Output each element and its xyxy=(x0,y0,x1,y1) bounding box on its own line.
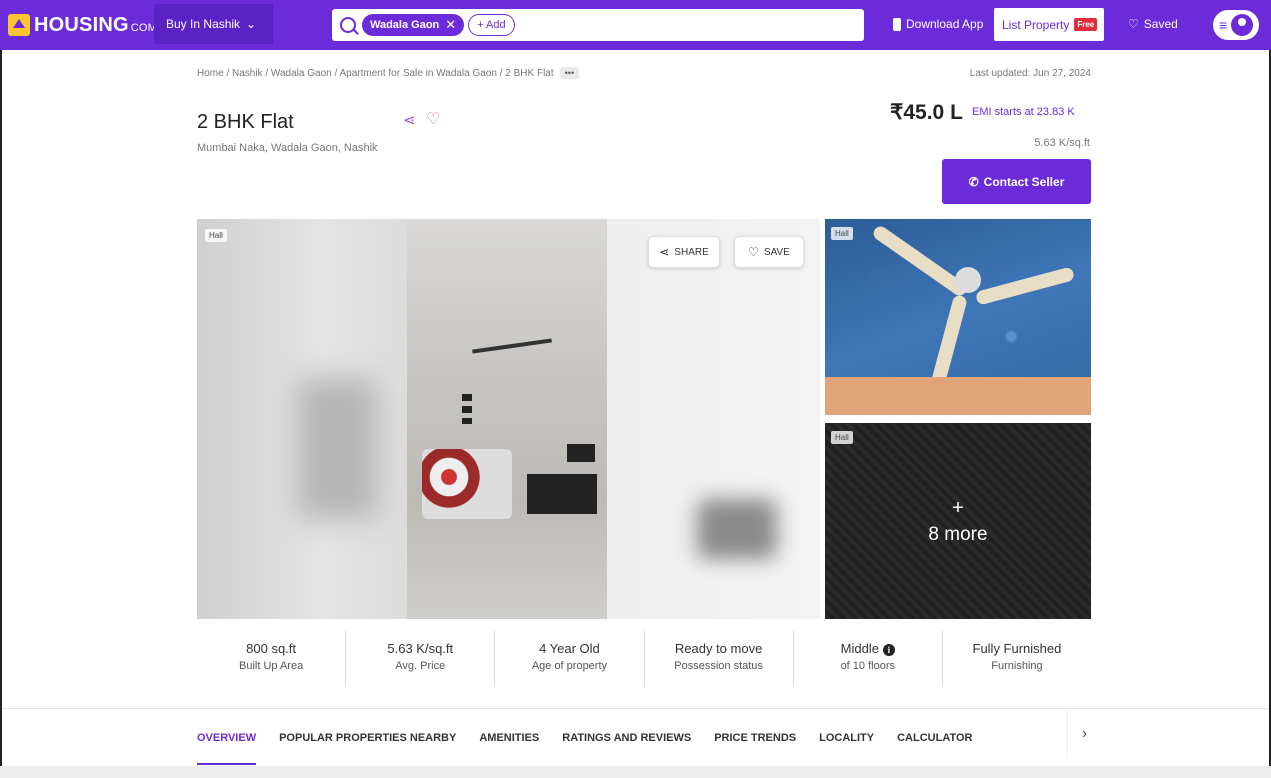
listing-title: 2 BHK Flat xyxy=(197,111,294,133)
dim-overlay xyxy=(825,423,1091,619)
room-photo xyxy=(407,219,607,619)
share-label: SHARE xyxy=(674,246,709,258)
chevron-down-icon: ⌄ xyxy=(246,17,257,31)
listing-address: Mumbai Naka, Wadala Gaon, Nashik xyxy=(197,142,378,154)
section-tabs: OVERVIEW POPULAR PROPERTIES NEARBY AMENI… xyxy=(197,709,995,766)
tab-ratings[interactable]: RATINGS AND REVIEWS xyxy=(562,709,691,766)
buy-location-dropdown[interactable]: Buy In Nashik ⌄ xyxy=(154,4,273,44)
phone-icon: ✆ xyxy=(968,174,979,189)
bottom-strip xyxy=(0,766,1271,778)
tab-popular-properties[interactable]: POPULAR PROPERTIES NEARBY xyxy=(279,709,456,766)
download-app-link[interactable]: Download App xyxy=(893,17,983,31)
close-icon[interactable]: ✕ xyxy=(445,17,456,33)
stat-value: Fully Furnished xyxy=(972,641,1062,656)
breadcrumb-path[interactable]: Home / Nashik / Wadala Gaon / Apartment … xyxy=(197,68,554,79)
tab-amenities[interactable]: AMENITIES xyxy=(479,709,539,766)
heart-icon: ♡ xyxy=(748,245,759,259)
chevron-right-icon[interactable]: › xyxy=(1067,709,1101,759)
fan-hub xyxy=(955,267,981,293)
wall-frames xyxy=(462,394,472,424)
housing-logo[interactable]: HOUSING COM xyxy=(8,13,157,37)
tv-table xyxy=(527,474,597,514)
stat-label: Possession status xyxy=(674,660,763,672)
stat-floor: Middle i of 10 floors xyxy=(794,631,943,687)
user-menu-button[interactable]: ≡ xyxy=(1213,10,1259,40)
stat-age: 4 Year Old Age of property xyxy=(495,631,645,687)
tab-overview[interactable]: OVERVIEW xyxy=(197,709,257,766)
stat-built-up-area: 800 sq.ft Built Up Area xyxy=(197,631,347,687)
download-app-label: Download App xyxy=(906,17,984,31)
photo-tag: Hall xyxy=(831,431,853,444)
list-property-button[interactable]: List Property Free xyxy=(994,8,1104,41)
tab-price-trends[interactable]: PRICE TRENDS xyxy=(714,709,796,766)
sofa xyxy=(422,449,512,519)
stat-value: 4 Year Old xyxy=(539,641,600,656)
contact-seller-button[interactable]: ✆ Contact Seller xyxy=(942,159,1091,204)
listing-price: ₹45.0 L xyxy=(890,101,963,124)
save-button[interactable]: ♡ SAVE xyxy=(734,236,804,268)
ceiling-fan xyxy=(472,338,552,354)
frame-left-border xyxy=(0,50,2,768)
tab-locality[interactable]: LOCALITY xyxy=(819,709,874,766)
fan-blade xyxy=(974,266,1076,306)
hamburger-icon: ≡ xyxy=(1219,17,1228,33)
stat-possession: Ready to move Possession status xyxy=(645,631,794,687)
tab-calculator[interactable]: CALCULATOR xyxy=(897,709,972,766)
stat-value: 5.63 K/sq.ft xyxy=(387,641,454,656)
more-photos-label[interactable]: 8 more xyxy=(825,524,1091,546)
plus-icon: + xyxy=(952,497,964,519)
logo-house-icon xyxy=(8,14,30,36)
photo-tag: Hall xyxy=(831,227,853,240)
side-photo-ceiling[interactable]: Hall xyxy=(825,219,1091,415)
share-button[interactable]: ⋖ SHARE xyxy=(648,236,720,268)
breadcrumb-more-button[interactable]: ••• xyxy=(559,67,580,79)
side-photo-more[interactable]: Hall xyxy=(825,423,1091,619)
saved-label: Saved xyxy=(1143,17,1178,31)
free-badge: Free xyxy=(1074,18,1098,31)
add-locality-button[interactable]: + Add xyxy=(468,14,515,36)
stat-label: of 10 floors xyxy=(840,660,895,672)
stat-value: 800 sq.ft xyxy=(246,641,297,656)
search-icon xyxy=(340,17,356,33)
share-icon[interactable]: ⋖ xyxy=(403,111,416,129)
fan-blade xyxy=(870,223,970,299)
save-label: SAVE xyxy=(763,246,790,258)
heart-icon[interactable]: ♡ xyxy=(426,109,440,129)
emi-link[interactable]: EMI starts at 23.83 K xyxy=(972,106,1075,118)
saved-link[interactable]: ♡ Saved xyxy=(1128,17,1178,31)
top-navbar: HOUSING COM Buy In Nashik ⌄ Wadala Gaon … xyxy=(0,0,1271,50)
main-photo[interactable]: Hall xyxy=(197,219,820,619)
stat-value-row: Middle i xyxy=(794,641,942,656)
heart-icon: ♡ xyxy=(1128,17,1139,31)
share-icon: ⋖ xyxy=(659,245,670,259)
contact-seller-label: Contact Seller xyxy=(983,174,1065,189)
phone-icon xyxy=(893,17,901,31)
stat-label: Furnishing xyxy=(991,660,1043,672)
locality-chip-label: Wadala Gaon xyxy=(370,19,440,31)
search-bar[interactable]: Wadala Gaon ✕ + Add xyxy=(332,9,864,41)
blurred-area xyxy=(697,499,777,559)
list-property-label: List Property xyxy=(1002,17,1070,32)
price-per-sqft: 5.63 K/sq.ft xyxy=(1034,137,1090,149)
stat-avg-price: 5.63 K/sq.ft Avg. Price xyxy=(346,631,496,687)
blurred-area xyxy=(297,379,377,519)
stat-furnishing: Fully Furnished Furnishing xyxy=(943,631,1091,687)
tv xyxy=(567,444,595,462)
stat-value: Middle xyxy=(840,641,879,656)
last-updated: Last updated: Jun 27, 2024 xyxy=(969,68,1091,79)
key-stats: 800 sq.ft Built Up Area 5.63 K/sq.ft Avg… xyxy=(197,631,1091,687)
avatar xyxy=(1231,14,1254,36)
logo-text: HOUSING xyxy=(34,13,129,36)
locality-chip[interactable]: Wadala Gaon ✕ xyxy=(362,14,465,36)
breadcrumb: Home / Nashik / Wadala Gaon / Apartment … xyxy=(197,67,580,79)
photo-tag: Hall xyxy=(205,229,227,242)
info-icon[interactable]: i xyxy=(882,644,895,656)
stat-label: Avg. Price xyxy=(395,660,446,672)
wall-strip xyxy=(825,377,1091,415)
buy-dropdown-label: Buy In Nashik xyxy=(166,17,241,31)
stat-label: Built Up Area xyxy=(238,660,304,672)
stat-label: Age of property xyxy=(531,660,608,672)
stat-value: Ready to move xyxy=(674,641,763,656)
